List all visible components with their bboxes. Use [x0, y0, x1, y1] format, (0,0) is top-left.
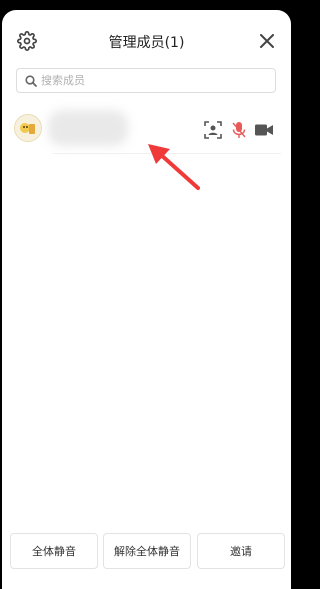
camera-button[interactable] — [253, 120, 275, 140]
person-frame-icon — [204, 121, 222, 139]
microphone-muted-icon — [232, 122, 246, 138]
close-icon — [260, 34, 274, 48]
search-box[interactable] — [16, 68, 276, 93]
search-input[interactable] — [41, 74, 241, 87]
avatar — [14, 114, 42, 142]
mute-all-button[interactable]: 全体静音 — [10, 533, 98, 569]
red-arrow-annotation — [148, 144, 200, 190]
focus-button[interactable] — [203, 120, 223, 140]
member-management-sheet: 管理成员(1) 搜索成员 全体静音 解除全体静音 邀请 — [2, 10, 291, 589]
search-icon — [25, 74, 37, 87]
microphone-button[interactable] — [229, 120, 249, 140]
unmute-all-button[interactable]: 解除全体静音 — [103, 533, 191, 569]
close-button[interactable] — [257, 31, 277, 51]
footer-actions: 全体静音 解除全体静音 邀请 — [2, 519, 291, 589]
invite-button[interactable]: 邀请 — [197, 533, 285, 569]
video-camera-icon — [255, 124, 273, 136]
member-name-redacted — [48, 110, 128, 146]
page-title: 管理成员(1) — [108, 35, 185, 51]
header: 管理成员(1) — [2, 10, 291, 68]
